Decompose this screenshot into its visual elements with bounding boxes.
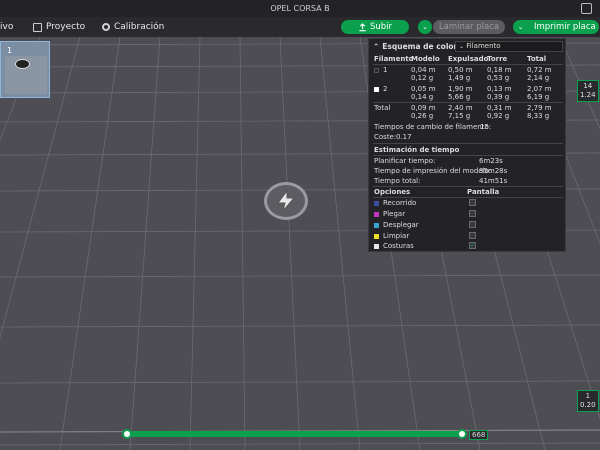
menu-proyecto[interactable]: Proyecto (33, 22, 85, 32)
layer-move-slider-track[interactable] (125, 431, 463, 437)
color-swatch-icon (374, 200, 379, 206)
option-costuras: Costuras (374, 242, 414, 250)
gear-icon (102, 23, 110, 31)
filament-swatch-icon (374, 86, 379, 92)
col-header-modelo: Modelo (411, 55, 440, 63)
option-limpiar: Limpiar (374, 232, 409, 240)
total-time-value: 41m51s (479, 177, 508, 185)
laminar-dropdown-button[interactable]: ⌄ (418, 20, 432, 34)
plate-number: 1 (7, 46, 13, 55)
layer-readout-bottom: 1 0.20 (577, 390, 599, 412)
toggle-limpiar-checkbox[interactable] (469, 232, 476, 239)
color-swatch-icon (374, 222, 379, 228)
slider-value-label: 668 (469, 430, 489, 440)
filament-swatch-icon (374, 67, 379, 73)
bambu-logo-icon (264, 182, 308, 220)
slice-info-panel: ⌃ Esquema de colores ⌄ Filamento Filamen… (368, 38, 566, 252)
plate-object-icon (15, 59, 30, 69)
slider-end-handle[interactable] (457, 429, 467, 439)
color-scheme-header[interactable]: ⌃ Esquema de colores (373, 42, 467, 51)
project-icon (33, 22, 42, 32)
menu-item-cut-label: ivo (0, 22, 14, 32)
restore-window-icon[interactable] (581, 3, 592, 14)
col-header-filamento: Filamento (374, 55, 414, 63)
chevron-down-icon[interactable]: ⌄ (516, 21, 525, 33)
cost-label: Coste: (374, 133, 397, 141)
total-row-label: Total (374, 104, 391, 112)
toggle-recorrido-checkbox[interactable] (469, 199, 476, 206)
color-scheme-value: Filamento (466, 42, 501, 50)
table-row: 2 (374, 85, 387, 93)
table-row: 1 (374, 66, 387, 74)
planning-time-value: 6m23s (479, 157, 503, 165)
plate-thumbnail[interactable]: 1 (0, 41, 50, 98)
toggle-desplegar-checkbox[interactable] (469, 221, 476, 228)
menu-calibracion-label: Calibración (114, 22, 165, 32)
col-header-total: Total (527, 55, 547, 63)
laminar-label: Laminar placa (438, 22, 500, 32)
total-time-label: Tiempo total: (374, 177, 421, 185)
model-print-time-label: Tiempo de impresión del modelo: (374, 167, 492, 175)
menu-proyecto-label: Proyecto (46, 22, 86, 32)
window-title: OPEL CORSA B (270, 4, 330, 13)
cost-value: 0.17 (396, 133, 412, 141)
imprimir-label: Imprimir placa (534, 22, 596, 32)
col-header-expulsado: Expulsado (448, 55, 489, 63)
option-recorrido: Recorrido (374, 199, 416, 207)
filament-change-value: 15 (480, 123, 489, 131)
imprimir-placa-button[interactable]: ⌄ Imprimir placa (513, 20, 599, 34)
color-swatch-icon (374, 243, 379, 249)
color-scheme-select[interactable]: ⌄ Filamento (455, 41, 563, 52)
filament-change-label: Tiempos de cambio de filamento: (374, 123, 492, 131)
time-estimation-title: Estimación de tiempo (374, 146, 460, 154)
col-header-torre: Torre (487, 55, 508, 63)
toggle-plegar-checkbox[interactable] (469, 210, 476, 217)
laminar-placa-button[interactable]: Laminar placa (433, 20, 505, 34)
toolbar: ivo Proyecto Calibración (0, 17, 600, 37)
chevron-down-icon: ⌄ (459, 43, 465, 50)
options-header: Opciones (374, 188, 411, 196)
layer-readout-top: 14 1.24 (577, 80, 599, 102)
title-bar: OPEL CORSA B (0, 0, 600, 17)
color-swatch-icon (374, 233, 379, 239)
color-swatch-icon (374, 211, 379, 217)
menu-calibracion[interactable]: Calibración (102, 22, 164, 32)
model-print-time-value: 35m28s (479, 167, 508, 175)
chevron-down-icon: ⌄ (422, 23, 428, 31)
subir-label: Subir (369, 22, 393, 32)
menu-item-cut[interactable]: ivo (0, 22, 13, 32)
upload-icon (359, 22, 366, 31)
toggle-costuras-checkbox[interactable]: ✓ (469, 242, 476, 249)
slider-start-handle[interactable] (122, 429, 132, 439)
display-header: Pantalla (467, 188, 500, 196)
planning-time-label: Planificar tiempo: (374, 157, 436, 165)
option-plegar: Plegar (374, 210, 405, 218)
subir-button[interactable]: Subir (341, 20, 409, 34)
option-desplegar: Desplegar (374, 221, 419, 229)
chevron-up-icon[interactable]: ⌃ (373, 42, 379, 51)
